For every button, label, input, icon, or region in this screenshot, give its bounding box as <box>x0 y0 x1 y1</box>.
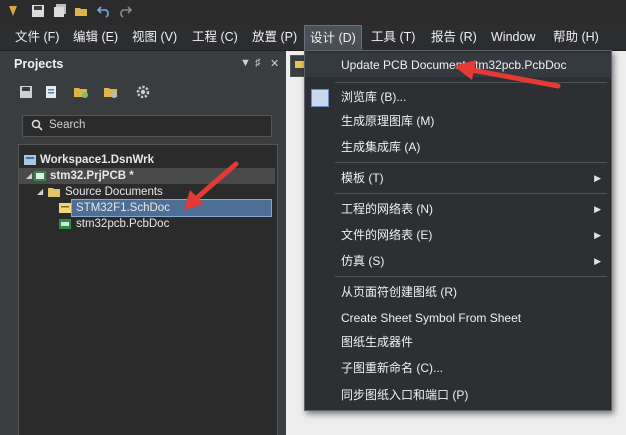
menu-help[interactable]: 帮助 (H) <box>548 25 604 50</box>
menu-divider <box>335 82 607 83</box>
menu-place[interactable]: 放置 (P) <box>247 25 302 50</box>
submenu-arrow-icon: ▶ <box>594 204 601 214</box>
project-options-icon[interactable] <box>103 84 119 100</box>
add-folder-icon[interactable] <box>73 84 89 100</box>
project-tree: Workspace1.DsnWrk ◢ stm32.PrjPCB * ◢ Sou… <box>18 144 278 435</box>
design-menu-dropdown: Update PCB Document stm32pcb.PcbDoc 浏览库 … <box>304 50 612 411</box>
quick-access-toolbar <box>0 0 626 25</box>
folder-icon <box>48 188 60 197</box>
save-all-icon[interactable] <box>53 4 67 18</box>
menu-design[interactable]: 设计 (D) <box>304 25 362 50</box>
panel-menu-icon[interactable]: ▼ <box>240 57 251 69</box>
menu-make-schematic-library[interactable]: 生成原理图库 (M) <box>305 110 611 132</box>
submenu-arrow-icon: ▶ <box>594 256 601 266</box>
menu-divider <box>335 162 607 163</box>
menu-file[interactable]: 文件 (F) <box>10 25 64 50</box>
save-icon[interactable] <box>18 84 34 100</box>
library-icon <box>311 89 329 107</box>
menu-browse-library[interactable]: 浏览库 (B)... <box>305 86 611 108</box>
collapse-icon[interactable]: ◢ <box>37 184 43 200</box>
search-input[interactable]: Search <box>22 115 272 137</box>
pin-icon[interactable]: ♯ <box>255 57 261 69</box>
menu-view[interactable]: 视图 (V) <box>127 25 182 50</box>
undo-icon[interactable] <box>97 4 111 18</box>
pcbdoc-label: stm32pcb.PcbDoc <box>76 218 170 230</box>
menu-divider <box>335 276 607 277</box>
panel-title: Projects <box>14 57 64 71</box>
projects-panel: Projects ▼ ♯ ✕ Search Workspace1.DsnWrk … <box>0 51 286 435</box>
schdoc-label: STM32F1.SchDoc <box>71 199 272 217</box>
workspace-label: Workspace1.DsnWrk <box>40 154 154 166</box>
menu-simulate[interactable]: 仿真 (S) ▶ <box>305 250 611 272</box>
menu-edit[interactable]: 编辑 (E) <box>68 25 123 50</box>
redo-icon[interactable] <box>118 4 132 18</box>
menu-sheet-to-component[interactable]: 图纸生成器件 <box>305 331 611 353</box>
folder-label: Source Documents <box>65 186 163 198</box>
submenu-arrow-icon: ▶ <box>594 230 601 240</box>
workspace-icon <box>24 155 36 165</box>
menu-project-netlist[interactable]: 工程的网络表 (N) ▶ <box>305 198 611 220</box>
menu-reports[interactable]: 报告 (R) <box>426 25 482 50</box>
menu-create-sheet-from-symbol[interactable]: 从页面符创建图纸 (R) <box>305 281 611 303</box>
panel-header: Projects ▼ ♯ ✕ <box>8 54 279 76</box>
gear-icon[interactable] <box>135 84 151 100</box>
save-icon[interactable] <box>31 4 45 18</box>
menu-sync-sheet-entries[interactable]: 同步图纸入口和端口 (P) <box>305 384 611 406</box>
schematic-doc-icon <box>59 203 71 213</box>
menu-document-netlist[interactable]: 文件的网络表 (E) ▶ <box>305 224 611 246</box>
submenu-arrow-icon: ▶ <box>594 173 601 183</box>
app-logo-icon <box>9 6 17 16</box>
search-icon <box>31 119 43 131</box>
menu-window[interactable]: Window <box>486 25 540 50</box>
collapse-icon[interactable]: ◢ <box>26 168 32 184</box>
menu-rename-child-sheet[interactable]: 子图重新命名 (C)... <box>305 357 611 379</box>
menu-bar: 文件 (F) 编辑 (E) 视图 (V) 工程 (C) 放置 (P) 设计 (D… <box>0 25 626 51</box>
project-label: stm32.PrjPCB * <box>50 170 134 182</box>
menu-create-symbol-from-sheet[interactable]: Create Sheet Symbol From Sheet <box>305 307 611 329</box>
close-icon[interactable]: ✕ <box>270 57 279 70</box>
menu-divider <box>335 193 607 194</box>
search-placeholder: Search <box>49 119 86 131</box>
pcb-project-icon <box>34 171 46 181</box>
menu-update-pcb[interactable]: Update PCB Document stm32pcb.PcbDoc <box>305 53 611 77</box>
open-folder-icon[interactable] <box>74 4 88 18</box>
menu-make-integrated-library[interactable]: 生成集成库 (A) <box>305 136 611 158</box>
menu-project[interactable]: 工程 (C) <box>187 25 243 50</box>
tree-item-project[interactable]: ◢ stm32.PrjPCB * <box>19 168 275 184</box>
pcb-doc-icon <box>59 219 71 229</box>
menu-tools[interactable]: 工具 (T) <box>366 25 420 50</box>
compile-icon[interactable] <box>43 84 59 100</box>
tree-item-schdoc[interactable]: STM32F1.SchDoc <box>19 199 275 217</box>
menu-templates[interactable]: 模板 (T) ▶ <box>305 167 611 189</box>
